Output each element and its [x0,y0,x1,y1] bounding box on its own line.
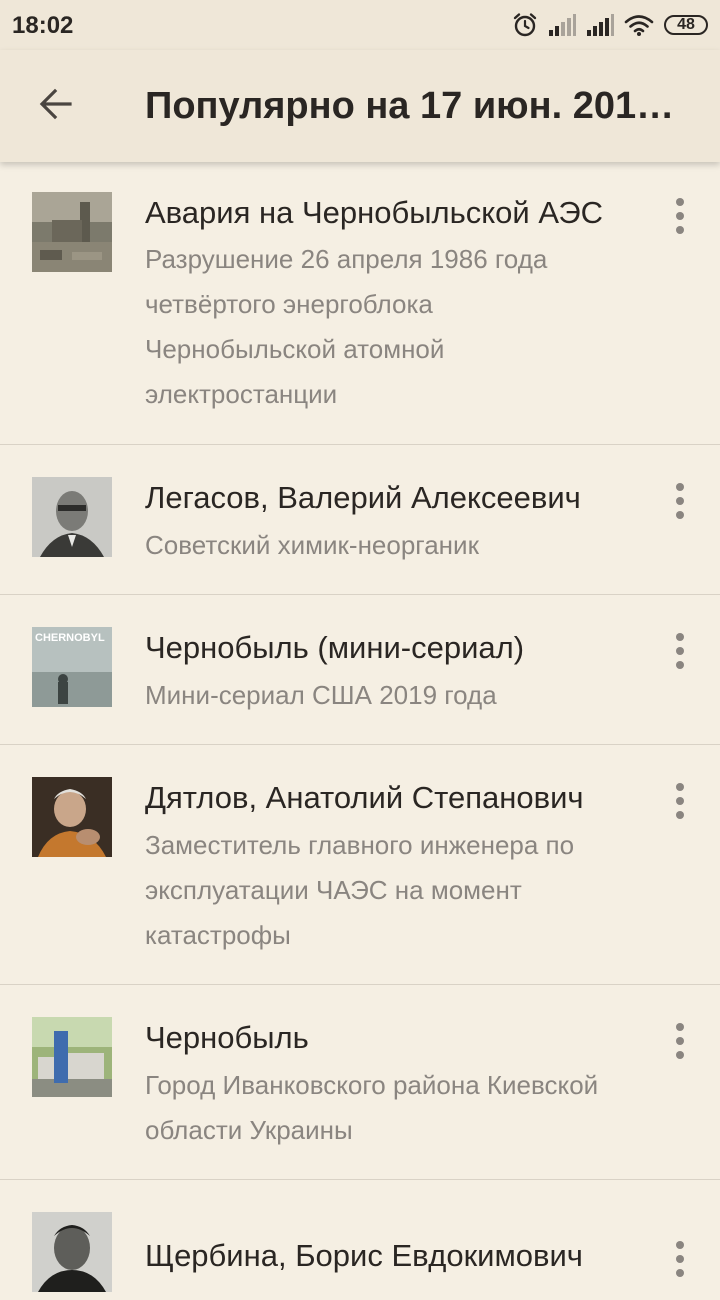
item-description: Город Иванковского района Киевской облас… [145,1070,599,1145]
signal-icon [548,14,576,36]
item-description: Советский химик-неорганик [145,530,479,560]
more-options-button[interactable] [660,626,700,676]
arrow-back-icon [38,86,74,127]
thumbnail-image [32,192,112,272]
thumbnail-image: CHERNOBYL [32,627,112,707]
battery-icon: 48 [664,15,708,35]
poster-title: CHERNOBYL [35,632,105,644]
thumbnail-image [32,477,112,557]
thumbnail-image [32,1017,112,1097]
more-options-button[interactable] [660,1234,700,1284]
list-item[interactable]: Легасов, Валерий Алексеевич Советский хи… [0,445,720,595]
item-title: Авария на Чернобыльской АЭС [145,195,603,230]
more-options-button[interactable] [660,191,700,241]
alarm-icon [512,12,538,38]
article-list: Авария на Чернобыльской АЭС Разрушение 2… [0,162,720,1300]
item-description: Разрушение 26 апреля 1986 года четвёртог… [145,244,548,409]
app-bar: Популярно на 17 июн. 201… [0,50,720,162]
item-title: Чернобыль [145,1020,309,1055]
item-description: Заместитель главного инженера по эксплуа… [145,830,575,950]
item-title: Легасов, Валерий Алексеевич [145,480,581,515]
thumbnail-image [32,777,112,857]
more-options-button[interactable] [660,476,700,526]
item-title: Дятлов, Анатолий Степанович [145,780,584,815]
more-options-button[interactable] [660,1016,700,1066]
thumbnail-image [32,1212,112,1292]
back-button[interactable] [22,72,90,140]
status-time: 18:02 [12,12,74,39]
signal-icon [586,14,614,36]
item-title: Щербина, Борис Евдокимович [145,1238,583,1273]
page-title: Популярно на 17 июн. 201… [145,85,675,127]
item-description: Мини-сериал США 2019 года [145,680,497,710]
status-icons: 48 [512,11,708,39]
list-item[interactable]: Дятлов, Анатолий Степанович Заместитель … [0,745,720,985]
list-item[interactable]: Чернобыль Город Иванковского района Киев… [0,985,720,1180]
list-item[interactable]: Щербина, Борис Евдокимович [0,1180,720,1300]
status-bar: 18:02 48 [0,0,720,50]
list-item[interactable]: Авария на Чернобыльской АЭС Разрушение 2… [0,162,720,445]
item-title: Чернобыль (мини-сериал) [145,630,525,665]
wifi-icon [624,14,654,36]
more-options-button[interactable] [660,776,700,826]
list-item[interactable]: CHERNOBYL Чернобыль (мини-сериал) Мини-с… [0,595,720,745]
